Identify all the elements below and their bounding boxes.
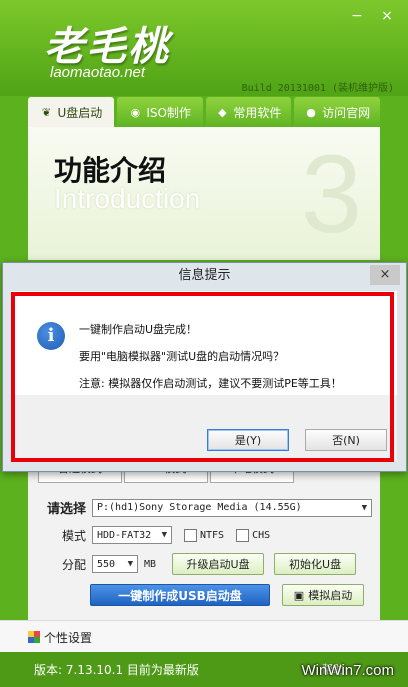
checkbox-box bbox=[184, 528, 197, 542]
mode-row: 模式 HDD-FAT32 ▼ NTFS CHS bbox=[40, 526, 270, 544]
partition-row: 分配 550 ▼ MB 升级启动U盘 初始化U盘 bbox=[40, 553, 357, 575]
mode-label: 模式 bbox=[61, 528, 86, 543]
partition-select[interactable]: 550 ▼ bbox=[92, 555, 138, 573]
device-row: 请选择 P:(hd1)Sony Storage Media (14.55G) ▼ bbox=[40, 498, 372, 517]
chevron-down-icon: ▼ bbox=[361, 502, 367, 513]
version-label: 版本: 7.13.10.1 目前为最新版 bbox=[34, 663, 199, 677]
header: 老毛桃 laomaotao.net Build 20131001 (装机维护版)… bbox=[0, 0, 408, 96]
box-icon: ◆ bbox=[218, 105, 227, 119]
monitor-icon: ▣ bbox=[293, 588, 305, 602]
partition-value: 550 bbox=[97, 558, 116, 570]
checkbox-box bbox=[236, 528, 250, 542]
logo-url: laomaotao.net bbox=[50, 64, 146, 81]
ntfs-checkbox[interactable]: NTFS bbox=[184, 528, 225, 542]
upgrade-usb-button[interactable]: 升级启动U盘 bbox=[172, 553, 265, 575]
partition-unit: MB bbox=[144, 558, 157, 570]
dialog-title: 信息提示 bbox=[178, 268, 231, 283]
chs-checkbox[interactable]: CHS bbox=[236, 528, 271, 542]
simulate-boot-button[interactable]: ▣ 模拟启动 bbox=[282, 584, 364, 606]
ntfs-label: NTFS bbox=[200, 529, 225, 541]
device-select[interactable]: P:(hd1)Sony Storage Media (14.55G) ▼ bbox=[92, 498, 372, 517]
action-row: 一键制作成USB启动盘 ▣ 模拟启动 bbox=[90, 584, 364, 606]
tab-website[interactable]: ● 访问官网 bbox=[294, 97, 380, 127]
palette-icon bbox=[28, 631, 40, 643]
watermark: WinWin7.com bbox=[301, 662, 394, 679]
intro-panel: 3 功能介绍 Introduction bbox=[28, 127, 380, 260]
chs-label: CHS bbox=[252, 529, 271, 541]
build-label: Build 20131001 (装机维护版) bbox=[241, 83, 394, 94]
make-usb-boot-button[interactable]: 一键制作成USB启动盘 bbox=[90, 584, 270, 606]
tab-software[interactable]: ◆ 常用软件 bbox=[205, 97, 292, 127]
tab-iso[interactable]: ◉ ISO制作 bbox=[116, 97, 203, 127]
dialog-close-button[interactable]: × bbox=[370, 265, 400, 285]
close-button[interactable]: × bbox=[376, 8, 398, 24]
init-usb-button[interactable]: 初始化U盘 bbox=[274, 553, 357, 575]
leaf-icon: ❦ bbox=[41, 105, 52, 119]
device-label: 请选择 bbox=[46, 502, 86, 517]
usb-options: 普通模式 ISO模式 本地模式 请选择 P:(hd1)Sony Storage … bbox=[28, 462, 380, 620]
minimize-button[interactable]: − bbox=[346, 8, 368, 24]
device-value: P:(hd1)Sony Storage Media (14.55G) bbox=[97, 502, 302, 513]
chevron-down-icon: ▼ bbox=[161, 530, 167, 540]
tab-label: ISO制作 bbox=[146, 105, 191, 120]
tab-label: 常用软件 bbox=[233, 105, 282, 120]
mode-select[interactable]: HDD-FAT32 ▼ bbox=[92, 526, 172, 544]
window-controls: − × bbox=[346, 8, 398, 24]
highlight-frame bbox=[11, 292, 394, 462]
tab-label: U盘启动 bbox=[57, 105, 103, 120]
main-tabs: ❦ U盘启动 ◉ ISO制作 ◆ 常用软件 ● 访问官网 bbox=[28, 97, 380, 127]
intro-subtitle: Introduction bbox=[54, 183, 201, 214]
settings-bar[interactable]: 个性设置 bbox=[0, 620, 408, 653]
tab-usb-boot[interactable]: ❦ U盘启动 bbox=[28, 97, 114, 127]
mode-value: HDD-FAT32 bbox=[97, 529, 152, 541]
simulate-label: 模拟启动 bbox=[308, 589, 353, 602]
tab-label: 访问官网 bbox=[322, 105, 371, 120]
settings-label: 个性设置 bbox=[44, 631, 93, 645]
partition-label: 分配 bbox=[61, 557, 86, 572]
chevron-down-icon: ▼ bbox=[127, 559, 133, 569]
disc-icon: ◉ bbox=[130, 105, 141, 119]
step-number: 3 bbox=[300, 133, 362, 256]
person-icon: ● bbox=[306, 105, 316, 119]
